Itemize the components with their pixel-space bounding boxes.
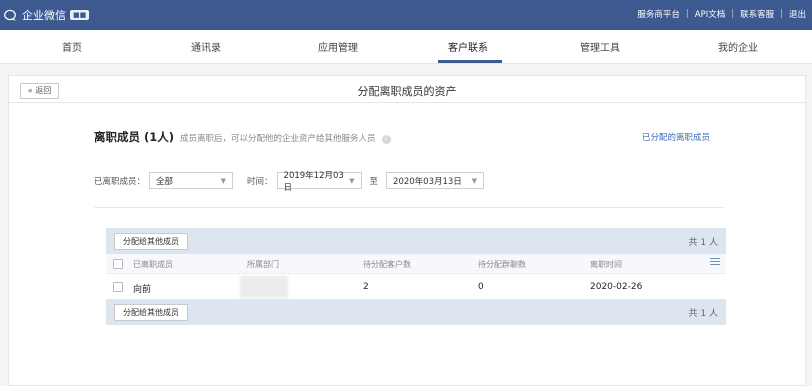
pending-customers: 2 — [363, 282, 369, 292]
date-to-select[interactable]: 2020年03月13日 ▼ — [386, 172, 485, 189]
section-title: 离职成员 (1人) — [94, 130, 175, 144]
nav-my-company[interactable]: 我的企业 — [718, 39, 758, 54]
col-departed-member: 已离职成员 — [133, 260, 173, 269]
select-all-checkbox[interactable] — [113, 259, 123, 269]
table-header: 已离职成员 所属部门 待分配客户数 待分配群聊数 离职时间 — [106, 254, 726, 274]
top-bar: 企业微信 ■■ 服务商平台 | API文档 | 联系客服 | 退出 — [0, 0, 812, 30]
table-row: 向前 2 0 2020-02-26 — [106, 274, 726, 299]
assign-to-others-button[interactable]: 分配给其他成员 — [114, 304, 188, 321]
link-logout[interactable]: 退出 — [789, 8, 806, 20]
member-filter-select[interactable]: 全部 ▼ — [149, 172, 234, 189]
table-toolbar-bottom: 分配给其他成员 共 1 人 — [106, 299, 726, 325]
col-departure-time: 离职时间 — [590, 260, 622, 269]
logo[interactable]: 企业微信 ■■ — [4, 7, 90, 23]
col-pending-customers: 待分配客户数 — [363, 260, 411, 269]
caret-down-icon: ▼ — [349, 176, 355, 185]
filter-bar: 已离职成员： 全部 ▼ 时间： 2019年12月03日 ▼ 至 2020年03月… — [94, 171, 485, 193]
total-count: 共 1 人 — [688, 309, 718, 319]
assigned-members-link[interactable]: 已分配的离职成员 — [642, 131, 710, 143]
panel-header: « 返回 分配离职成员的资产 — [9, 76, 805, 103]
separator: | — [780, 9, 783, 19]
member-filter-value: 全部 — [156, 176, 174, 187]
members-table: 分配给其他成员 共 1 人 已离职成员 所属部门 待分配客户数 待分配群聊数 离… — [106, 228, 726, 325]
caret-down-icon: ▼ — [220, 176, 227, 185]
divider — [94, 207, 724, 208]
department-redacted — [240, 276, 288, 298]
active-tab-indicator — [438, 60, 502, 63]
section-header: 离职成员 (1人) 成员离职后，可以分配他的企业资产给其他服务人员 i — [94, 129, 391, 145]
info-icon[interactable]: i — [381, 135, 391, 144]
main-panel: « 返回 分配离职成员的资产 离职成员 (1人) 成员离职后，可以分配他的企业资… — [8, 75, 806, 386]
pending-groups: 0 — [478, 282, 484, 292]
nav-customer-contact[interactable]: 客户联系 — [448, 39, 488, 54]
row-checkbox[interactable] — [113, 282, 123, 292]
link-contact-support[interactable]: 联系客服 — [740, 8, 774, 20]
main-nav: 首页 通讯录 应用管理 客户联系 管理工具 我的企业 — [0, 30, 812, 64]
nav-home[interactable]: 首页 — [62, 39, 82, 54]
time-label: 时间： — [247, 176, 273, 187]
app-name: 企业微信 — [22, 9, 66, 22]
total-count: 共 1 人 — [688, 238, 718, 248]
date-from-select[interactable]: 2019年12月03日 ▼ — [276, 171, 362, 193]
link-provider-platform[interactable]: 服务商平台 — [637, 8, 680, 20]
date-from-value: 2019年12月03日 — [283, 170, 344, 193]
column-settings-icon[interactable] — [710, 258, 720, 268]
nav-contacts[interactable]: 通讯录 — [191, 39, 221, 54]
nav-management-tools[interactable]: 管理工具 — [580, 39, 620, 54]
date-to-value: 2020年03月13日 — [393, 176, 462, 187]
nav-app-management[interactable]: 应用管理 — [318, 39, 358, 54]
col-department: 所属部门 — [247, 260, 279, 269]
caret-down-icon: ▼ — [471, 176, 478, 185]
chat-bubble-icon — [4, 9, 16, 21]
assign-to-others-button[interactable]: 分配给其他成员 — [114, 233, 188, 250]
top-links: 服务商平台 | API文档 | 联系客服 | 退出 — [637, 8, 806, 20]
separator: | — [731, 9, 735, 19]
link-api-docs[interactable]: API文档 — [695, 8, 725, 20]
page-title: 分配离职成员的资产 — [357, 85, 457, 98]
logo-badge: ■■ — [70, 10, 90, 20]
section-description: 成员离职后，可以分配他的企业资产给其他服务人员 — [180, 134, 376, 144]
table-toolbar-top: 分配给其他成员 共 1 人 — [106, 228, 726, 254]
departure-date: 2020-02-26 — [590, 282, 643, 292]
to-label: 至 — [369, 176, 379, 187]
separator: | — [685, 9, 689, 19]
col-pending-groups: 待分配群聊数 — [478, 260, 526, 269]
member-name: 向前 — [133, 285, 152, 295]
member-filter-label: 已离职成员： — [94, 176, 146, 187]
